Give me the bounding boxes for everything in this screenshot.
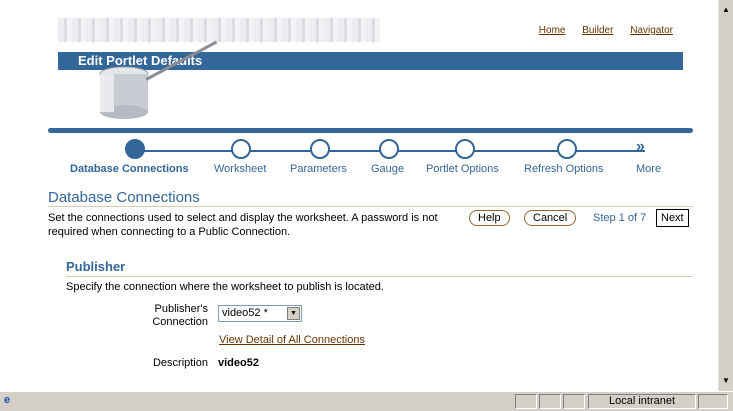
description-label: Description (152, 357, 208, 369)
help-button[interactable]: Help (469, 210, 510, 226)
home-link[interactable]: Home (539, 25, 566, 36)
builder-link[interactable]: Builder (582, 25, 613, 36)
step-node-worksheet[interactable] (231, 139, 251, 159)
step-node-parameters[interactable] (310, 139, 330, 159)
status-panel (563, 394, 585, 409)
step-label-refresh-options[interactable]: Refresh Options (524, 163, 603, 175)
publisher-heading: Publisher (66, 259, 126, 274)
navigator-link[interactable]: Navigator (630, 25, 673, 36)
status-bar: e Local intranet (0, 391, 733, 411)
connection-select-value: video52 * (222, 307, 268, 319)
double-chevron-right-icon[interactable]: » (636, 138, 645, 156)
step-label-more[interactable]: More (636, 163, 661, 175)
section-title: Database Connections (48, 189, 200, 206)
connection-select[interactable]: video52 * ▼ (218, 305, 302, 322)
page-content: Home Builder Navigator Edit Portlet Defa… (0, 0, 719, 391)
train-divider (48, 128, 693, 133)
step-label-database-connections: Database Connections (70, 163, 189, 175)
vertical-scrollbar[interactable]: ▲ ▼ (718, 0, 733, 391)
status-panel (539, 394, 561, 409)
step-node-refresh-options[interactable] (557, 139, 577, 159)
view-connections-link[interactable]: View Detail of All Connections (219, 334, 365, 346)
page-icon: e (4, 394, 11, 406)
global-links: Home Builder Navigator (525, 25, 673, 36)
connection-label: Publisher's Connection (152, 303, 208, 328)
publisher-divider (66, 276, 693, 277)
step-label-worksheet[interactable]: Worksheet (214, 163, 266, 175)
status-panel (515, 394, 537, 409)
browser-window: Home Builder Navigator Edit Portlet Defa… (0, 0, 733, 411)
step-node-database-connections (125, 139, 145, 159)
chevron-down-icon[interactable]: ▼ (287, 307, 300, 320)
banner-texture (58, 18, 380, 42)
zone-label: Local intranet (609, 395, 676, 407)
section-divider (48, 206, 693, 207)
step-node-portlet-options[interactable] (455, 139, 475, 159)
description-value: video52 (218, 357, 259, 369)
section-description: Set the connections used to select and d… (48, 212, 438, 238)
step-label-gauge[interactable]: Gauge (371, 163, 404, 175)
cancel-button[interactable]: Cancel (524, 210, 577, 226)
scroll-down-icon[interactable]: ▼ (720, 375, 732, 387)
step-label-portlet-options[interactable]: Portlet Options (426, 163, 499, 175)
scroll-up-icon[interactable]: ▲ (720, 4, 732, 16)
step-node-gauge[interactable] (379, 139, 399, 159)
step-indicator: Step 1 of 7 (593, 212, 647, 224)
step-label-parameters[interactable]: Parameters (290, 163, 347, 175)
next-button[interactable]: Next (656, 209, 689, 227)
security-zone: Local intranet (588, 394, 696, 409)
database-icon (99, 66, 149, 119)
status-panel (698, 394, 728, 409)
publisher-description: Specify the connection where the workshe… (66, 281, 384, 293)
